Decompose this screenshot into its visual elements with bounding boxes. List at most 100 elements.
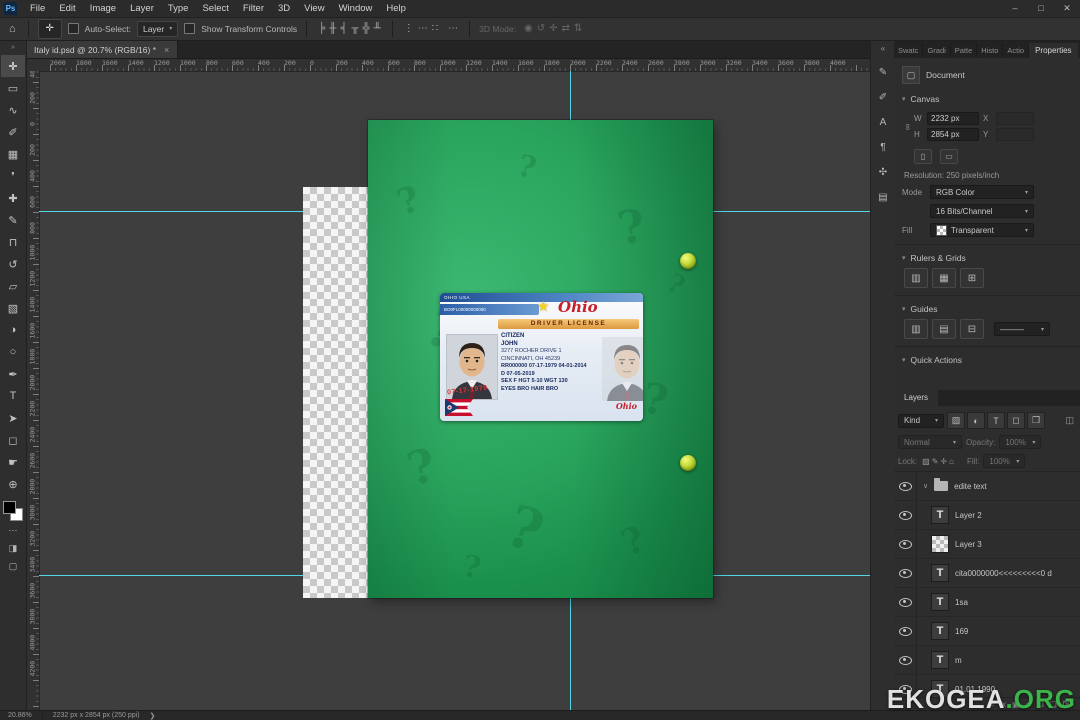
zoom-tool[interactable]: ⊕	[1, 473, 25, 495]
hand-tool[interactable]: ☛	[1, 451, 25, 473]
lock-position-icon[interactable]: ✛	[939, 457, 948, 466]
align-top-edges-icon[interactable]: ╥	[349, 23, 360, 34]
blend-mode-dropdown[interactable]: Normal ▾	[898, 435, 962, 449]
quick-selection-tool[interactable]: ✐	[1, 121, 25, 143]
menu-file[interactable]: File	[23, 3, 52, 14]
align-vertical-centers-icon[interactable]: ╬	[361, 23, 372, 34]
distribute-spacing-icon[interactable]: ∷	[430, 23, 440, 34]
toolbar-grip-icon[interactable]: »	[11, 41, 15, 55]
brush-settings-panel-icon[interactable]: ✎	[873, 63, 893, 82]
toggle-grid-icon[interactable]: ▦	[932, 268, 956, 288]
layer-name[interactable]: Layer 3	[955, 540, 982, 549]
libraries-panel-icon[interactable]: ▤	[873, 188, 893, 207]
3d-roll-icon[interactable]: ↺	[535, 23, 547, 34]
layer-name[interactable]: 1sa	[955, 598, 968, 607]
screen-mode-icon[interactable]: ▢	[9, 557, 18, 575]
panel-tab-swatc[interactable]: Swatc	[894, 43, 924, 58]
type-layer-thumbnail[interactable]: T	[931, 622, 949, 640]
align-horizontal-centers-icon[interactable]: ╫	[327, 23, 338, 34]
menu-layer[interactable]: Layer	[123, 3, 161, 14]
clone-stamp-tool[interactable]: ⊓	[1, 231, 25, 253]
lock-transparency-icon[interactable]: ▨	[921, 457, 931, 466]
transparent-canvas-region[interactable]	[303, 187, 368, 598]
panel-tab-histo[interactable]: Histo	[977, 43, 1004, 58]
filter-pixel-layers-icon[interactable]: ▨	[947, 412, 965, 429]
paragraph-panel-icon[interactable]: ¶	[873, 138, 893, 157]
maximize-button[interactable]: □	[1028, 3, 1054, 14]
auto-select-dropdown[interactable]: Layer ▾	[136, 20, 179, 37]
opacity-dropdown[interactable]: 100% ▾	[999, 435, 1042, 449]
character-panel-icon[interactable]: A	[873, 113, 893, 132]
document-cover-layer[interactable]: OHIO USA BO0FL00000000000 ★ Ohio DRIVER …	[368, 120, 713, 598]
panel-tab-gradi[interactable]: Gradi	[923, 43, 951, 58]
menu-edit[interactable]: Edit	[52, 3, 82, 14]
visibility-toggle[interactable]	[894, 501, 917, 529]
filter-toggle-icon[interactable]: ◫	[1065, 415, 1076, 426]
canvas-height-input[interactable]	[927, 128, 979, 141]
shape-tool[interactable]: ◻	[1, 429, 25, 451]
crop-tool[interactable]: ▦	[1, 143, 25, 165]
layer-row[interactable]: T 1sa	[894, 588, 1080, 617]
brush-tool[interactable]: ✎	[1, 209, 25, 231]
visibility-toggle[interactable]	[894, 588, 917, 616]
chevron-down-icon[interactable]: ▾	[902, 95, 906, 103]
filter-shape-layers-icon[interactable]: ◻	[1007, 412, 1025, 429]
align-right-edges-icon[interactable]: ╡	[338, 23, 349, 34]
brushes-panel-icon[interactable]: ✐	[873, 88, 893, 107]
new-guide-icon[interactable]: ▥	[904, 319, 928, 339]
menu-image[interactable]: Image	[83, 3, 123, 14]
pasteboard[interactable]: OHIO USA BO0FL00000000000 ★ Ohio DRIVER …	[39, 71, 870, 710]
type-layer-thumbnail[interactable]: T	[931, 651, 949, 669]
close-button[interactable]: ✕	[1054, 3, 1080, 14]
filter-adjustment-layers-icon[interactable]: ◐	[967, 412, 985, 429]
align-left-edges-icon[interactable]: ╞	[316, 23, 327, 34]
minimize-button[interactable]: –	[1002, 3, 1028, 14]
type-layer-thumbnail[interactable]: T	[931, 593, 949, 611]
driver-license-card[interactable]: OHIO USA BO0FL00000000000 ★ Ohio DRIVER …	[440, 293, 643, 421]
layer-name[interactable]: edite text	[954, 482, 986, 491]
menu-select[interactable]: Select	[195, 3, 235, 14]
auto-select-checkbox[interactable]	[67, 23, 79, 34]
3d-scale-icon[interactable]: ⇅	[572, 23, 584, 34]
quick-mask-icon[interactable]: ◨	[9, 539, 18, 557]
collapse-panels-icon[interactable]: «	[881, 41, 885, 57]
menu-view[interactable]: View	[297, 3, 331, 14]
edit-toolbar-icon[interactable]: ⋯	[9, 521, 18, 539]
pen-tool[interactable]: ✒	[1, 363, 25, 385]
gradient-tool[interactable]: ▧	[1, 297, 25, 319]
move-tool[interactable]: ✛	[1, 55, 25, 77]
home-icon[interactable]: ⌂	[6, 23, 19, 35]
layer-name[interactable]: cita0000000<<<<<<<<<0 d	[955, 569, 1052, 578]
show-transform-checkbox[interactable]	[184, 23, 196, 34]
visibility-toggle[interactable]	[894, 646, 917, 674]
layer-name[interactable]: m	[955, 656, 962, 665]
visibility-toggle[interactable]	[894, 617, 917, 645]
layer-row[interactable]: T 169	[894, 617, 1080, 646]
status-arrow-icon[interactable]: ❯	[150, 712, 156, 720]
align-bottom-edges-icon[interactable]: ╨	[372, 23, 383, 34]
marquee-tool[interactable]: ▭	[1, 77, 25, 99]
layer-row[interactable]: Tm	[894, 646, 1080, 675]
layer-fill-dropdown[interactable]: 100% ▾	[983, 454, 1026, 468]
visibility-toggle[interactable]	[894, 472, 917, 500]
filter-smart-objects-icon[interactable]: ❒	[1027, 412, 1045, 429]
layer-filter-kind-dropdown[interactable]: Kind ▾	[898, 413, 944, 428]
foreground-color-swatch[interactable]	[3, 501, 16, 514]
lasso-tool[interactable]: ∿	[1, 99, 25, 121]
layer-row[interactable]: ∨ edite text	[894, 472, 1080, 501]
eraser-tool[interactable]: ▱	[1, 275, 25, 297]
layer-name[interactable]: 169	[955, 627, 968, 636]
canvas-width-input[interactable]	[927, 112, 979, 125]
expand-arrow-icon[interactable]: ∨	[923, 482, 928, 490]
layer-row[interactable]: T Layer 2	[894, 501, 1080, 530]
horizontal-ruler[interactable]: 2000 1800 1600 1400 1200 1000 800 600 400 200 0 200…	[39, 58, 870, 72]
zoom-level[interactable]: 20.86%	[8, 712, 32, 719]
history-brush-tool[interactable]: ↺	[1, 253, 25, 275]
active-tool-icon[interactable]: ✛	[37, 18, 62, 39]
panel-tab-actio[interactable]: Actio	[1003, 43, 1030, 58]
3d-orbit-icon[interactable]: ◉	[522, 23, 535, 34]
link-dimensions-icon[interactable]: ∞	[903, 121, 913, 133]
filter-type-layers-icon[interactable]: T	[987, 412, 1005, 429]
close-icon[interactable]: ×	[164, 45, 169, 55]
guide-layout-icon[interactable]: ▤	[932, 319, 956, 339]
